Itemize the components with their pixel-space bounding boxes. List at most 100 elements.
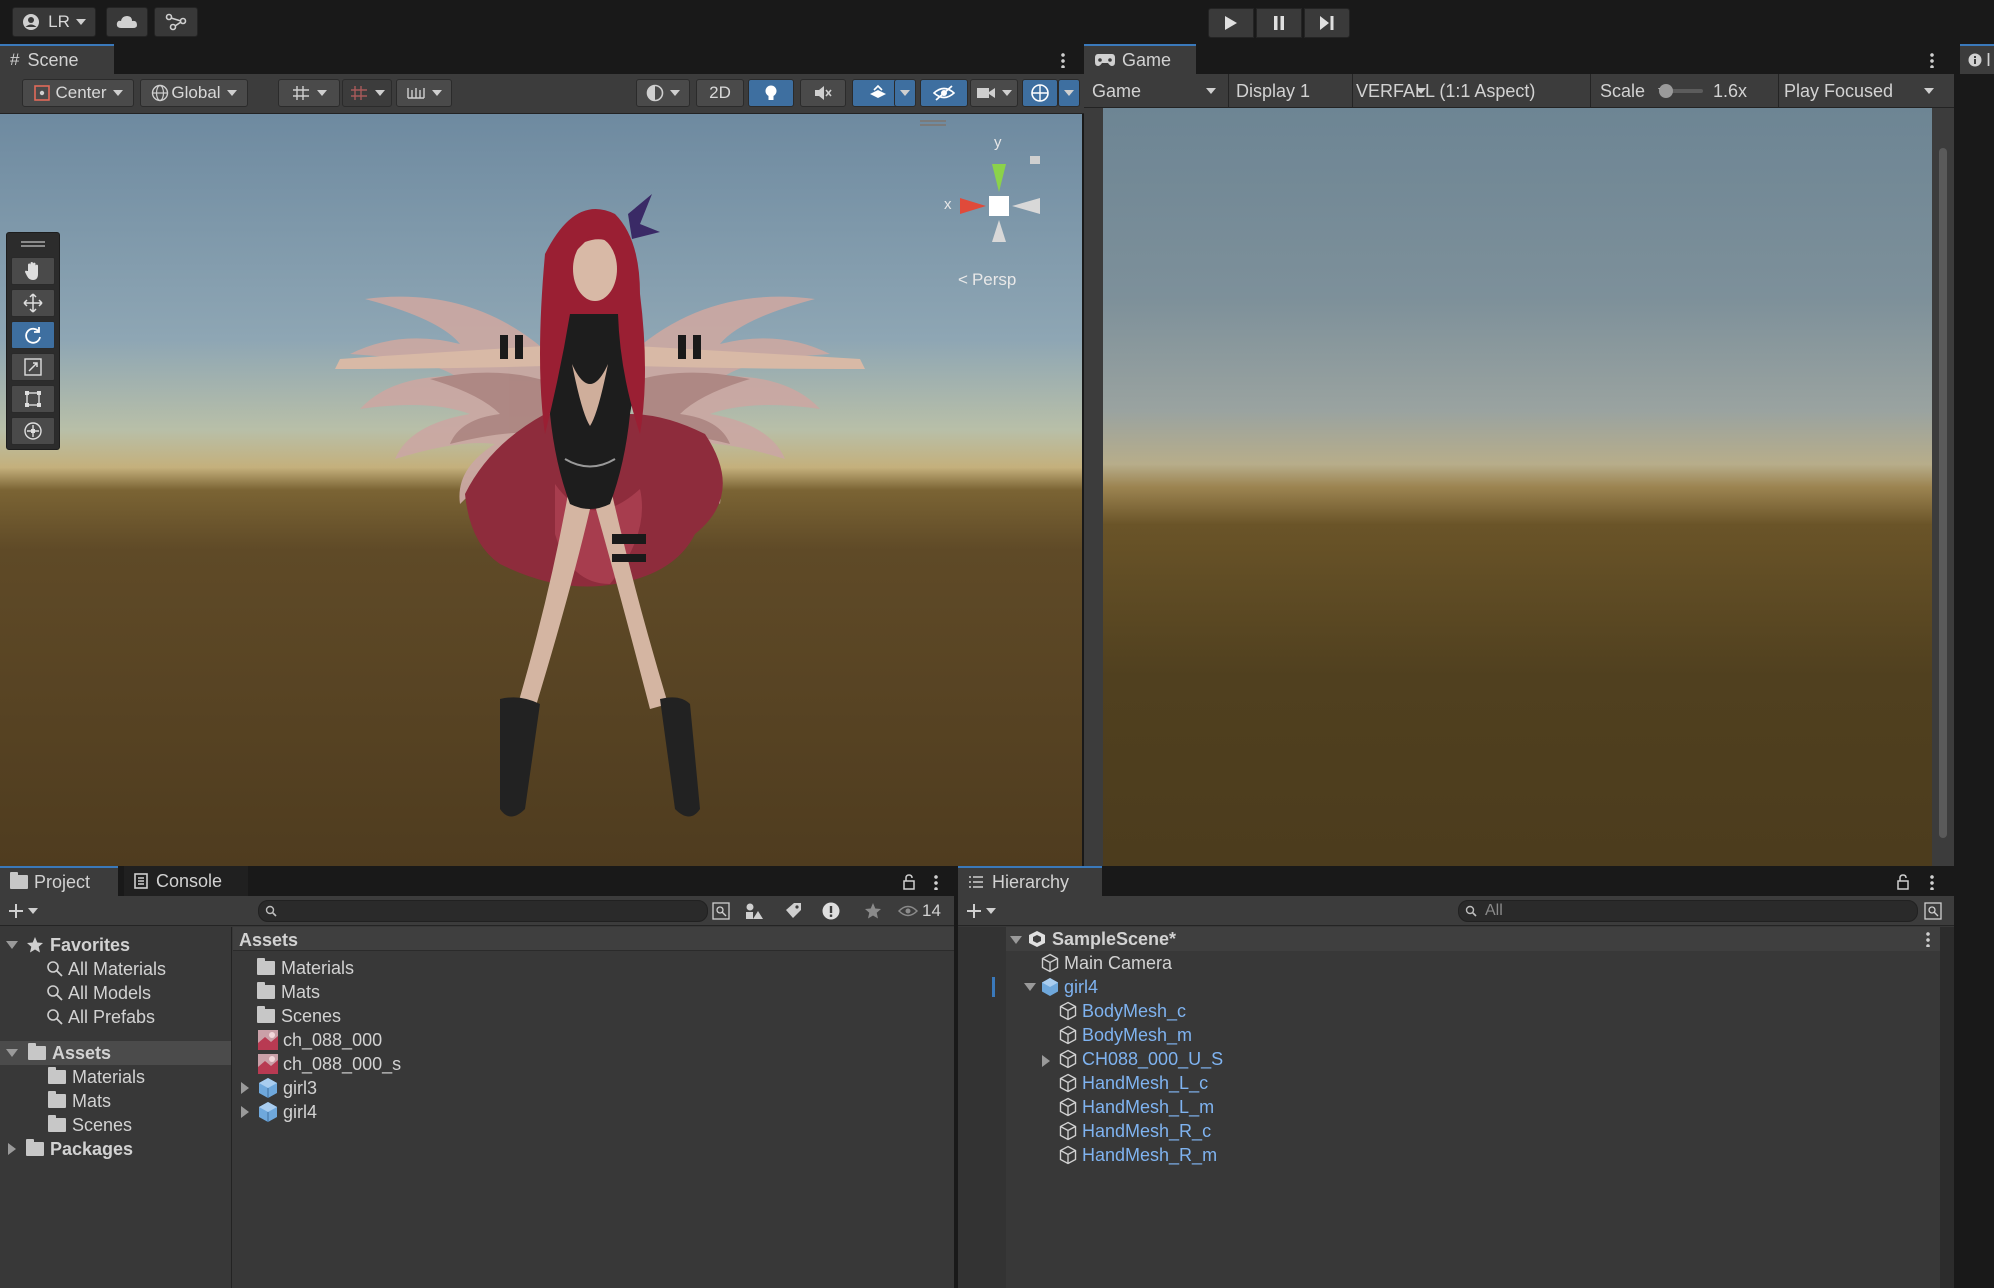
collab-button[interactable] (154, 7, 198, 37)
scene-orientation-gizmo[interactable]: y x < Persp (930, 134, 1060, 304)
pivot-mode-dropdown[interactable]: Center (22, 79, 134, 107)
hierarchy-item[interactable]: BodyMesh_m (1058, 1023, 1192, 1047)
asset-item[interactable]: ch_088_000 (257, 1028, 382, 1052)
tree-folder-materials[interactable]: Materials (48, 1065, 145, 1089)
rotate-icon (25, 327, 41, 344)
scene-viewport[interactable]: y x < Persp (0, 114, 1082, 866)
transform-tool[interactable] (11, 417, 55, 445)
tab-game[interactable]: Game (1084, 44, 1196, 74)
overlay-handle[interactable] (920, 120, 946, 122)
hierarchy-search-input[interactable]: All (1458, 900, 1918, 922)
asset-item[interactable]: girl4 (241, 1100, 317, 1124)
visibility-count[interactable]: 14 (898, 900, 941, 922)
rect-tool[interactable] (11, 385, 55, 413)
tab-project[interactable]: Project (0, 866, 118, 896)
tab-inspector[interactable]: I (1960, 44, 1994, 74)
expand-arrow-icon[interactable] (241, 1106, 249, 1118)
favorite-all-materials[interactable]: All Materials (46, 957, 166, 981)
account-label: LR (48, 12, 70, 31)
game-view-dropdown[interactable]: Game (1092, 78, 1222, 104)
grid-snap-button[interactable] (278, 79, 340, 107)
expand-arrow-icon[interactable] (1042, 1055, 1050, 1067)
scene-row-menu-icon[interactable] (1926, 931, 1930, 947)
camera-settings-dropdown[interactable] (970, 79, 1018, 107)
hierarchy-item[interactable]: girl4 (1024, 975, 1098, 999)
account-dropdown[interactable]: LR (12, 7, 96, 37)
main-toolbar: LR (0, 0, 1994, 44)
audio-toggle[interactable] (800, 79, 846, 107)
pause-button[interactable] (1256, 8, 1302, 38)
move-tool[interactable] (11, 289, 55, 317)
mode-2d-toggle[interactable]: 2D (696, 79, 744, 107)
increment-snap-button[interactable] (396, 79, 452, 107)
scene-header-row[interactable]: SampleScene* (1006, 927, 1940, 951)
selection-marker (992, 977, 995, 997)
step-button[interactable] (1304, 8, 1350, 38)
tree-folder-mats[interactable]: Mats (48, 1089, 111, 1113)
expand-arrow-icon[interactable] (241, 1082, 249, 1094)
hand-tool[interactable] (11, 257, 55, 285)
play-button[interactable] (1208, 8, 1254, 38)
hierarchy-item[interactable]: BodyMesh_c (1058, 999, 1186, 1023)
play-mode-dropdown[interactable]: Play Focused (1784, 78, 1938, 104)
game-scrollbar[interactable] (1932, 108, 1954, 866)
asset-item[interactable]: Scenes (257, 1004, 341, 1028)
favorite-all-prefabs[interactable]: All Prefabs (46, 1005, 155, 1029)
asset-item[interactable]: Mats (257, 980, 320, 1004)
create-asset-button[interactable] (8, 900, 48, 922)
scene-menu-icon[interactable] (1061, 52, 1065, 68)
effects-dropdown[interactable] (894, 79, 916, 107)
rotate-tool[interactable] (11, 321, 55, 349)
hierarchy-item-label: HandMesh_R_c (1082, 1120, 1212, 1141)
tab-console[interactable]: Console (124, 866, 248, 896)
scale-tool[interactable] (11, 353, 55, 381)
tab-hierarchy[interactable]: Hierarchy (958, 866, 1102, 896)
scene-visibility-toggle[interactable] (920, 79, 968, 107)
hierarchy-item[interactable]: HandMesh_L_m (1058, 1095, 1214, 1119)
draw-mode-dropdown[interactable] (636, 79, 690, 107)
search-by-type-icon[interactable] (712, 902, 730, 920)
asset-item[interactable]: Materials (257, 956, 354, 980)
gizmos-toggle[interactable] (1022, 79, 1058, 107)
packages-folder[interactable]: Packages (8, 1137, 133, 1161)
game-toolbar: Game Display 1 VERFALL (1:1 Aspect) Scal… (1084, 74, 1954, 108)
gizmos-dropdown[interactable] (1058, 79, 1080, 107)
hierarchy-scrollbar[interactable] (1940, 927, 1954, 1288)
cloud-button[interactable] (106, 7, 148, 37)
project-menu-icon[interactable] (934, 874, 938, 890)
scale-slider-thumb[interactable] (1659, 84, 1674, 98)
scale-icon (24, 358, 42, 376)
search-scene-icon[interactable] (1924, 902, 1942, 920)
hierarchy-item[interactable]: HandMesh_R_m (1058, 1143, 1217, 1167)
assets-folder[interactable]: Assets (6, 1041, 111, 1065)
hierarchy-item[interactable]: CH088_000_U_S (1042, 1047, 1223, 1071)
project-search-input[interactable] (258, 900, 708, 922)
breadcrumb-assets[interactable]: Assets (239, 930, 298, 951)
favorite-star-icon[interactable] (864, 902, 882, 920)
hierarchy-item[interactable]: HandMesh_L_c (1058, 1071, 1208, 1095)
space-dropdown[interactable]: Global (140, 79, 248, 107)
hierarchy-menu-icon[interactable] (1930, 874, 1934, 890)
lock-icon[interactable] (1896, 874, 1910, 890)
scale-slider[interactable] (1659, 84, 1704, 98)
asset-item[interactable]: ch_088_000_s (257, 1052, 401, 1076)
warning-filter-icon[interactable] (822, 902, 840, 920)
snap-increment-button[interactable] (342, 79, 392, 107)
lock-icon[interactable] (902, 874, 916, 890)
tree-folder-scenes[interactable]: Scenes (48, 1113, 132, 1137)
filter-by-type-icon[interactable] (744, 902, 764, 920)
tab-scene[interactable]: # Scene (0, 44, 114, 74)
expand-arrow-icon[interactable] (1024, 983, 1036, 991)
projection-toggle[interactable]: < Persp (958, 270, 1016, 290)
lighting-toggle[interactable] (748, 79, 794, 107)
game-viewport[interactable] (1103, 108, 1932, 866)
pause-icon (1274, 16, 1284, 30)
create-object-button[interactable] (966, 900, 1006, 922)
hierarchy-item[interactable]: Main Camera (1040, 951, 1172, 975)
hierarchy-item[interactable]: HandMesh_R_c (1058, 1119, 1211, 1143)
filter-by-label-icon[interactable] (784, 902, 802, 920)
game-menu-icon[interactable] (1930, 52, 1934, 68)
favorites-header[interactable]: Favorites (6, 933, 130, 957)
favorite-all-models[interactable]: All Models (46, 981, 151, 1005)
asset-item[interactable]: girl3 (241, 1076, 317, 1100)
